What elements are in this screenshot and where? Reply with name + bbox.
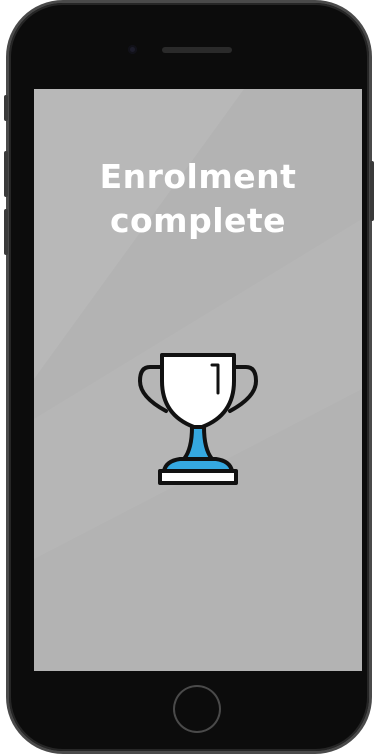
volume-down-button xyxy=(4,209,8,255)
power-button xyxy=(370,161,374,221)
title-line-2: complete xyxy=(109,201,287,240)
home-button[interactable] xyxy=(173,685,221,733)
title-line-1: Enrolment xyxy=(99,157,297,196)
earpiece-speaker xyxy=(162,47,232,53)
phone-frame: Enrolment complete xyxy=(4,3,374,751)
front-camera xyxy=(128,45,137,54)
volume-up-button xyxy=(4,151,8,197)
trophy-icon xyxy=(138,353,258,485)
phone-screen: Enrolment complete xyxy=(34,89,362,671)
page-title: Enrolment complete xyxy=(34,155,362,243)
mute-switch xyxy=(4,95,8,121)
